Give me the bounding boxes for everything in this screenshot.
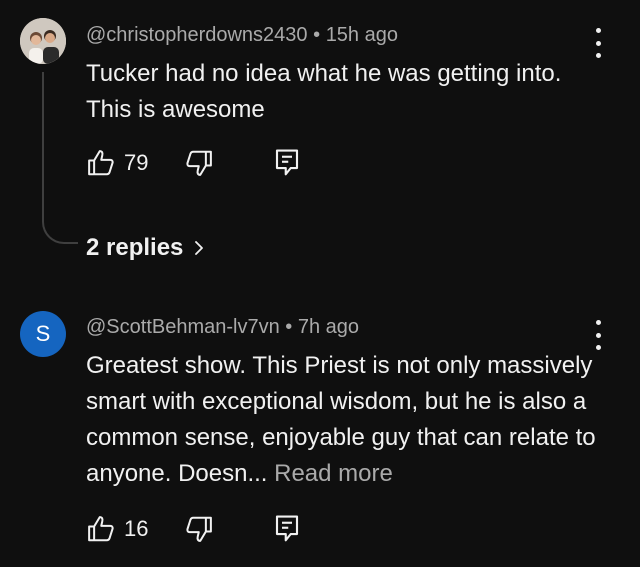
avatar-letter: S bbox=[35, 321, 51, 346]
comment-actions: 16 bbox=[86, 514, 326, 546]
reply-button[interactable] bbox=[274, 514, 300, 544]
comment-timestamp: 15h ago bbox=[325, 24, 398, 46]
comment-reply-icon bbox=[275, 515, 299, 542]
avatar[interactable]: S bbox=[20, 311, 66, 357]
like-button[interactable]: 16 bbox=[86, 514, 148, 544]
thumbs-down-icon bbox=[186, 150, 212, 176]
thumbs-up-icon bbox=[88, 516, 114, 542]
comment-author-handle[interactable]: @christopherdowns2430 bbox=[86, 24, 308, 46]
comment-reply-icon bbox=[275, 149, 299, 176]
dislike-button[interactable] bbox=[184, 514, 214, 544]
dislike-button[interactable] bbox=[184, 148, 214, 178]
comment: S @ScottBehman-lv7vn • 7h ago Greatest s… bbox=[0, 300, 640, 567]
comment-timestamp: 7h ago bbox=[297, 316, 360, 338]
comment: @christopherdowns2430 • 15h ago Tucker h… bbox=[0, 0, 640, 290]
reply-button[interactable] bbox=[274, 148, 300, 178]
comment-meta: @christopherdowns2430 • 15h ago bbox=[86, 24, 398, 47]
read-more-link[interactable]: Read more bbox=[274, 460, 393, 487]
profile-photo-icon bbox=[20, 18, 66, 64]
kebab-menu-icon[interactable] bbox=[586, 28, 610, 58]
comment-author-handle[interactable]: @ScottBehman-lv7vn bbox=[86, 316, 280, 338]
like-count: 16 bbox=[124, 516, 149, 541]
comment-text-content: Tucker had no idea what he was getting i… bbox=[86, 60, 562, 123]
thumbs-down-icon bbox=[186, 516, 212, 542]
comment-meta: @ScottBehman-lv7vn • 7h ago bbox=[86, 316, 359, 339]
replies-label: 2 replies bbox=[86, 234, 184, 261]
kebab-menu-icon[interactable] bbox=[586, 320, 610, 350]
meta-separator: • bbox=[313, 24, 321, 46]
comment-text: Greatest show. This Priest is not only m… bbox=[86, 348, 606, 492]
like-count: 79 bbox=[124, 150, 149, 175]
meta-separator: • bbox=[285, 316, 293, 338]
thumbs-up-icon bbox=[88, 150, 114, 176]
chevron-right-icon bbox=[195, 241, 204, 255]
comment-actions: 79 bbox=[86, 148, 326, 180]
avatar[interactable] bbox=[20, 18, 66, 64]
like-button[interactable]: 79 bbox=[86, 148, 148, 178]
thread-connector-line bbox=[42, 72, 78, 244]
comment-text: Tucker had no idea what he was getting i… bbox=[86, 56, 606, 128]
view-replies-button[interactable]: 2 replies bbox=[86, 234, 205, 262]
